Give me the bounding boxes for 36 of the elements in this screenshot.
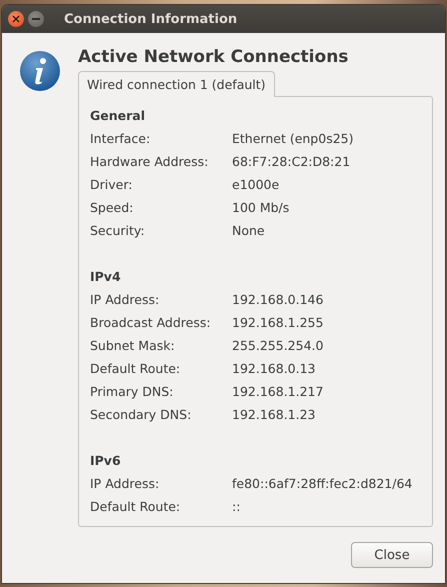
close-icon[interactable] [8,11,24,27]
field-value: 100 Mb/s [232,200,290,215]
field-value: 192.168.1.255 [232,315,324,330]
window-title: Connection Information [64,12,238,26]
field-label: Interface: [90,131,150,146]
field-label: IP Address: [90,292,160,307]
field-value: :: [232,499,240,514]
field-value: None [232,223,265,238]
info-icon [19,50,61,92]
field-label: Default Route: [90,361,180,376]
close-button[interactable]: Close [351,542,433,568]
field-value: 192.168.1.217 [232,384,324,399]
field-value: 192.168.0.13 [232,361,316,376]
field-value: 192.168.1.23 [232,407,316,422]
section-title: General [90,107,145,125]
field-value: 255.255.254.0 [232,338,324,353]
field-label: Subnet Mask: [90,338,175,353]
field-label: Speed: [90,200,134,215]
field-label: Hardware Address: [90,154,208,169]
field-label: IP Address: [90,476,160,491]
section-title: IPv4 [90,268,121,286]
field-value: 68:F7:28:C2:D8:21 [232,154,350,169]
field-value: e1000e [232,177,280,192]
field-label: Security: [90,223,145,238]
tab[interactable]: Wired connection 1 (default) [78,71,275,97]
section-title: IPv6 [90,452,121,470]
field-label: Broadcast Address: [90,315,211,330]
field-label: Default Route: [90,499,180,514]
field-value: 192.168.0.146 [232,292,324,307]
minimize-icon[interactable] [28,11,44,27]
field-value: fe80::6af7:28ff:fec2:d821/64 [232,476,412,491]
field-label: Driver: [90,177,132,192]
field-value: Ethernet (enp0s25) [232,131,354,146]
dialog-heading: Active Network Connections [78,47,348,69]
field-label: Primary DNS: [90,384,174,399]
field-label: Secondary DNS: [90,407,192,422]
